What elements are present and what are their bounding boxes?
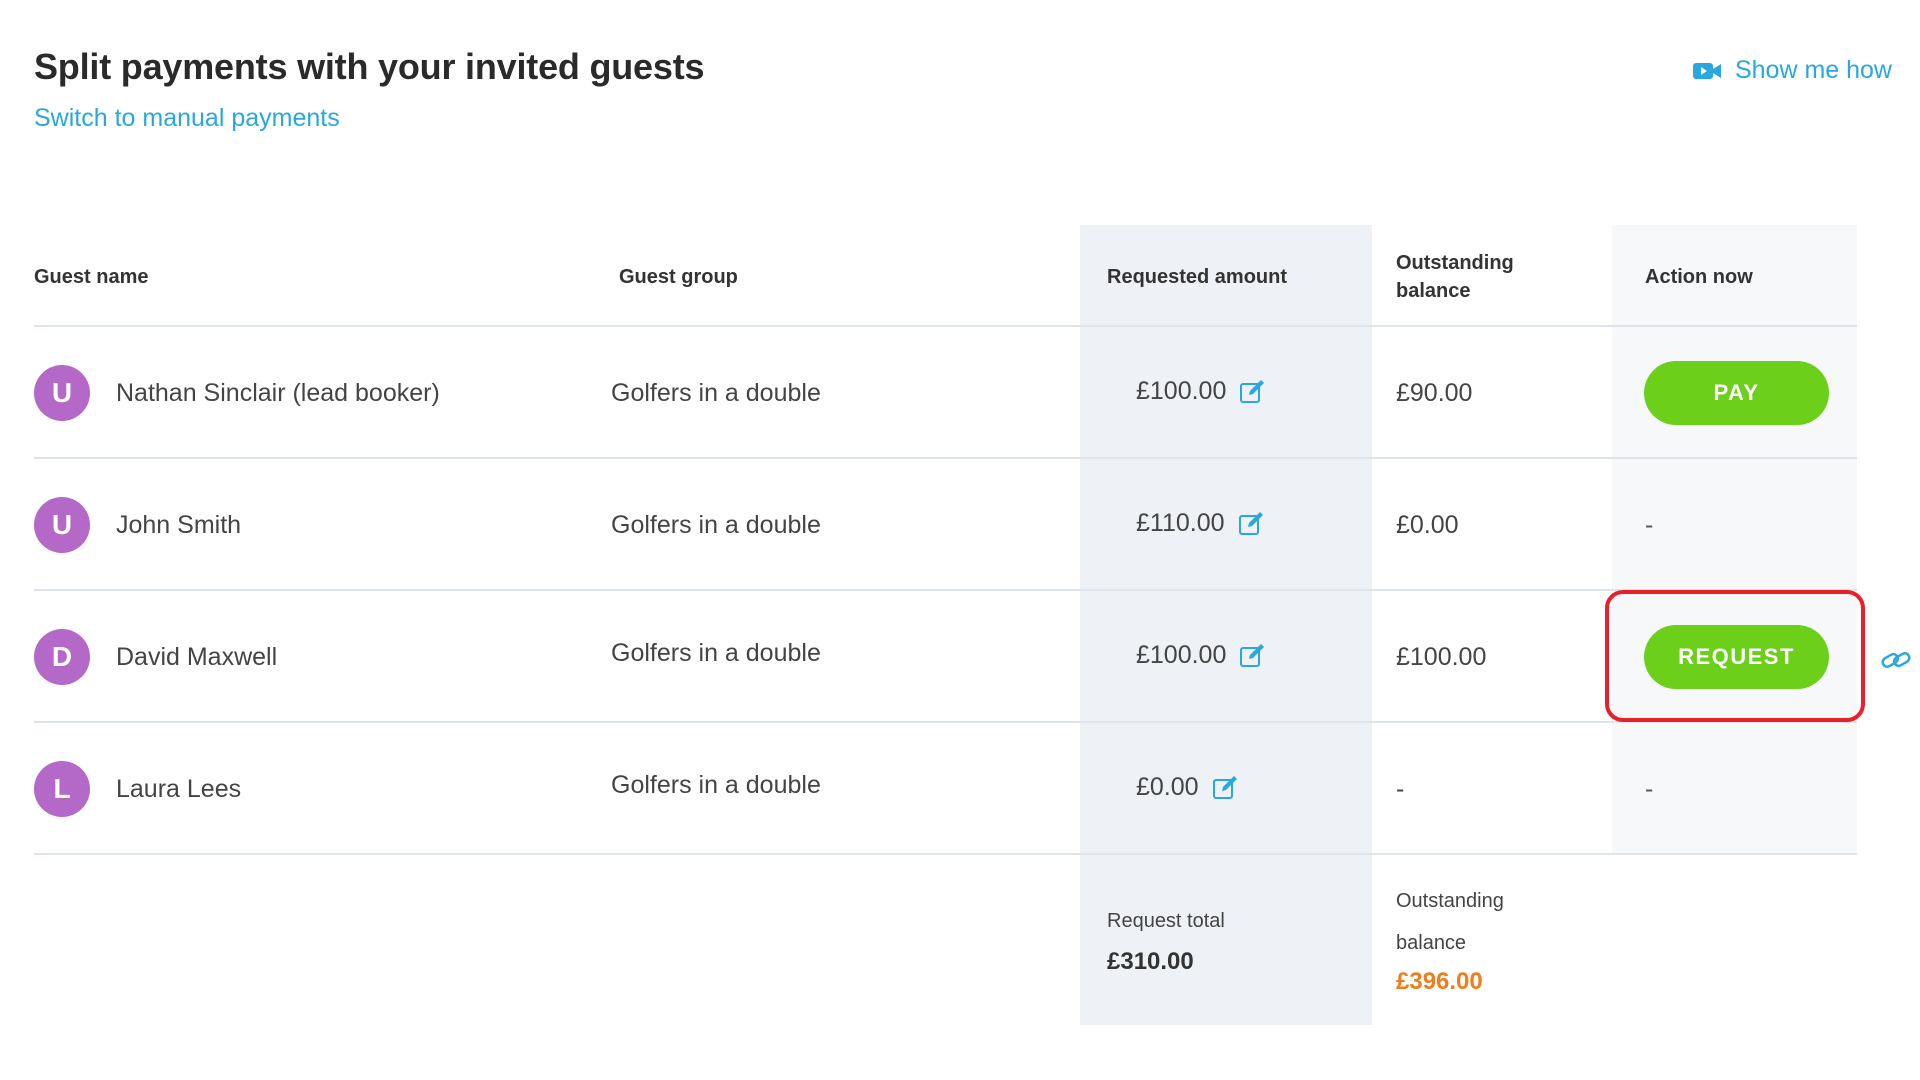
avatar: U xyxy=(34,365,90,421)
requested-amount-value: £0.00 xyxy=(1136,773,1199,801)
guest-group: Golfers in a double xyxy=(611,771,821,799)
outstanding-balance: £100.00 xyxy=(1396,643,1487,671)
requested-amount: £110.00 xyxy=(1136,509,1265,538)
col-header-guest-name: Guest name xyxy=(34,266,149,288)
col-header-outstanding-balance: Outstanding balance xyxy=(1396,252,1514,302)
request-total-value: £310.00 xyxy=(1107,948,1194,975)
requested-amount-value: £100.00 xyxy=(1136,377,1227,405)
col-header-guest-group: Guest group xyxy=(619,266,738,288)
requested-amount: £100.00 xyxy=(1136,641,1266,670)
requested-amount-value: £110.00 xyxy=(1136,509,1225,537)
guest-group: Golfers in a double xyxy=(611,379,821,407)
outstanding-balance: £0.00 xyxy=(1396,511,1459,539)
show-me-how-label: Show me how xyxy=(1734,56,1892,84)
request-total-label: Request total xyxy=(1107,910,1225,932)
page-title: Split payments with your invited guests xyxy=(34,46,705,87)
switch-to-manual-payments-link[interactable]: Switch to manual payments xyxy=(34,104,340,133)
outstanding-balance: - xyxy=(1396,775,1405,803)
table-row: D David Maxwell Golfers in a double £100… xyxy=(34,591,1857,723)
table-row: L Laura Lees Golfers in a double £0.00 -… xyxy=(34,723,1857,855)
outstanding-balance-total-value: £396.00 xyxy=(1396,968,1483,995)
avatar: L xyxy=(34,761,90,817)
table-row: U Nathan Sinclair (lead booker) Golfers … xyxy=(34,327,1857,459)
table-row: U John Smith Golfers in a double £110.00… xyxy=(34,459,1857,591)
edit-icon[interactable] xyxy=(1237,510,1265,538)
col-header-requested-amount: Requested amount xyxy=(1107,266,1288,288)
outstanding-balance-total-label-2: balance xyxy=(1396,932,1467,954)
page-header: Split payments with your invited guests … xyxy=(34,46,705,133)
guest-name: Nathan Sinclair (lead booker) xyxy=(116,379,440,407)
outstanding-balance: £90.00 xyxy=(1396,379,1473,407)
col-header-action-now: Action now xyxy=(1645,266,1753,288)
guest-group: Golfers in a double xyxy=(611,511,821,539)
link-icon[interactable] xyxy=(1880,648,1912,672)
show-me-how-link[interactable]: Show me how xyxy=(1692,56,1892,85)
avatar: U xyxy=(34,497,90,553)
avatar: D xyxy=(34,629,90,685)
requested-amount-value: £100.00 xyxy=(1136,641,1227,669)
requested-amount: £0.00 xyxy=(1136,773,1239,802)
requested-amount: £100.00 xyxy=(1136,377,1266,406)
guest-group: Golfers in a double xyxy=(611,639,821,667)
pay-button[interactable]: PAY xyxy=(1644,361,1829,425)
video-icon xyxy=(1692,62,1721,79)
edit-icon[interactable] xyxy=(1238,378,1266,406)
guest-name: David Maxwell xyxy=(116,643,278,671)
guest-name: John Smith xyxy=(116,511,242,539)
action-none: - xyxy=(1645,511,1654,539)
edit-icon[interactable] xyxy=(1211,774,1239,802)
edit-icon[interactable] xyxy=(1238,642,1266,670)
outstanding-balance-total-label-1: Outstanding xyxy=(1396,890,1504,912)
action-none: - xyxy=(1645,775,1654,803)
guest-name: Laura Lees xyxy=(116,775,242,803)
table-header: Guest name Guest group Requested amount … xyxy=(34,225,1857,327)
request-highlight-box xyxy=(1605,590,1865,722)
